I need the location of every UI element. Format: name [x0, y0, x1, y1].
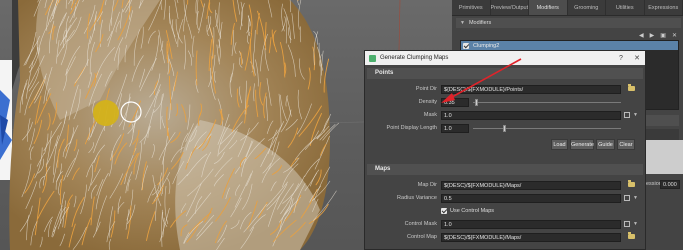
mask-row: Mask 1.0 ▼: [365, 109, 645, 122]
map-dir-row: Map Dir ${DESC}/${FXMODULE}/Maps/: [365, 179, 645, 192]
enable-checkbox[interactable]: [463, 42, 469, 49]
dialog-titlebar[interactable]: Generate Clumping Maps ? ✕: [365, 51, 645, 65]
map-dir-label: Map Dir: [417, 182, 437, 188]
use-control-maps-label: Use Control Maps: [450, 208, 495, 214]
clump-point-highlight: [93, 100, 119, 126]
add-modifier-icon[interactable]: ▣: [660, 32, 666, 39]
load-button[interactable]: Load: [551, 139, 568, 150]
mask-field[interactable]: 1.0: [441, 111, 621, 120]
display-length-slider-handle[interactable]: [503, 125, 506, 132]
dropdown-icon[interactable]: ▼: [633, 195, 638, 201]
radius-variance-field[interactable]: 0.5: [441, 194, 621, 203]
map-dir-field[interactable]: ${DESC}/${FXMODULE}/Maps/: [441, 181, 621, 190]
radius-variance-row: Radius Variance 0.5 ▼: [365, 192, 645, 205]
guide-button[interactable]: Guide: [596, 139, 615, 150]
expression-field[interactable]: 0.000: [660, 180, 680, 189]
map-icon[interactable]: [624, 195, 630, 201]
dropdown-icon[interactable]: ▼: [633, 112, 638, 118]
display-length-slider[interactable]: [473, 125, 621, 132]
points-button-row: Load Generate Guide Clear: [365, 139, 645, 155]
density-row: Density 0.35: [365, 96, 645, 109]
help-icon[interactable]: ?: [613, 55, 629, 62]
control-mask-label: Control Mask: [404, 221, 437, 227]
dialog-title: Generate Clumping Maps: [380, 55, 449, 61]
display-length-label: Point Display Length: [386, 125, 437, 131]
density-slider-handle[interactable]: [475, 99, 478, 106]
control-map-label: Control Map: [407, 234, 437, 240]
list-item-label: Clumping2: [473, 42, 500, 49]
delete-modifier-icon[interactable]: ✕: [672, 32, 677, 39]
clear-button[interactable]: Clear: [617, 139, 635, 150]
control-map-field[interactable]: ${DESC}/${FXMODULE}/Maps/: [441, 233, 621, 242]
close-icon[interactable]: ✕: [629, 54, 645, 62]
tab-modifiers[interactable]: Modifiers: [529, 0, 568, 15]
app-icon: [369, 54, 376, 62]
list-item[interactable]: Clumping2: [461, 41, 678, 50]
map-icon[interactable]: [624, 112, 630, 118]
points-section-header[interactable]: Points: [367, 68, 643, 79]
folder-icon[interactable]: [628, 84, 635, 91]
mask-label: Mask: [423, 112, 437, 118]
modifiers-frame-header[interactable]: ▼ Modifiers: [456, 18, 681, 28]
display-length-field[interactable]: 1.0: [441, 124, 469, 133]
folder-icon[interactable]: [628, 232, 635, 239]
use-control-maps-checkbox[interactable]: [441, 208, 447, 214]
control-mask-row: Control Mask 1.0 ▼: [365, 218, 645, 231]
modifiers-frame-label: Modifiers: [468, 20, 492, 26]
density-label: Density: [418, 99, 437, 105]
display-length-row: Point Display Length 1.0: [365, 122, 645, 135]
density-slider[interactable]: [473, 99, 621, 106]
hair-strand: [297, 0, 299, 6]
point-dir-label: Point Dir: [415, 86, 437, 92]
control-map-row: Control Map ${DESC}/${FXMODULE}/Maps/: [365, 231, 645, 244]
tab-utilities[interactable]: Utilities: [606, 0, 645, 15]
generate-clumping-maps-dialog: Generate Clumping Maps ? ✕ Points Point …: [364, 50, 646, 250]
control-mask-field[interactable]: 1.0: [441, 220, 621, 229]
tab-grooming[interactable]: Grooming: [568, 0, 606, 15]
point-dir-row: Point Dir ${DESC}/${FXMODULE}/Points/: [365, 83, 645, 96]
preview-swatch: [645, 140, 683, 174]
use-control-maps-row: Use Control Maps: [365, 205, 645, 218]
use-control-maps-checkbox-row[interactable]: Use Control Maps: [441, 208, 494, 214]
move-up-icon[interactable]: ◀: [639, 32, 644, 39]
density-field[interactable]: 0.35: [441, 98, 469, 107]
move-down-icon[interactable]: ▶: [650, 32, 655, 39]
map-icon[interactable]: [624, 221, 630, 227]
maps-section-header[interactable]: Maps: [367, 164, 643, 175]
tab-expressions[interactable]: Expressions: [645, 0, 683, 15]
dropdown-icon[interactable]: ▼: [633, 221, 638, 227]
point-dir-field[interactable]: ${DESC}/${FXMODULE}/Points/: [441, 85, 621, 94]
tab-bar: Primitives Preview/Output Modifiers Groo…: [452, 0, 683, 16]
collapse-triangle-icon: ▼: [460, 20, 465, 26]
tab-primitives[interactable]: Primitives: [452, 0, 491, 15]
tab-preview-output[interactable]: Preview/Output: [491, 0, 529, 15]
radius-variance-label: Radius Variance: [397, 195, 437, 201]
folder-icon[interactable]: [628, 180, 635, 187]
generate-button[interactable]: Generate: [570, 139, 594, 150]
